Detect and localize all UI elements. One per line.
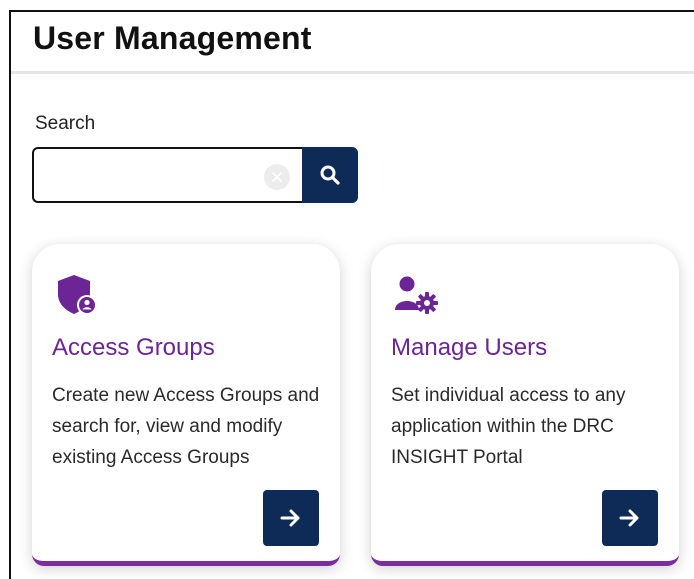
clear-search-button[interactable] bbox=[264, 164, 290, 190]
card-description: Set individual access to any application… bbox=[391, 385, 626, 468]
card-title: Access Groups bbox=[52, 334, 215, 361]
user-gear-icon bbox=[393, 272, 441, 323]
page-header: User Management bbox=[11, 12, 694, 74]
card-description: Create new Access Groups and search for,… bbox=[52, 385, 320, 468]
open-manage-users-button[interactable] bbox=[602, 490, 658, 546]
open-access-groups-button[interactable] bbox=[263, 490, 319, 546]
search-input[interactable] bbox=[42, 157, 261, 195]
access-groups-card: Access Groups Create new Access Groups a… bbox=[32, 244, 340, 566]
arrow-right-icon bbox=[619, 509, 639, 527]
card-title: Manage Users bbox=[391, 334, 548, 361]
search-label: Search bbox=[35, 113, 96, 134]
search-box bbox=[32, 147, 304, 203]
page-title: User Management bbox=[33, 20, 312, 56]
arrow-right-icon bbox=[280, 509, 300, 527]
shield-user-icon bbox=[54, 272, 100, 323]
search-icon bbox=[320, 165, 340, 185]
clear-icon bbox=[272, 172, 282, 182]
manage-users-card: Manage Users Set individual access to an… bbox=[371, 244, 679, 566]
search-button[interactable] bbox=[302, 147, 358, 203]
